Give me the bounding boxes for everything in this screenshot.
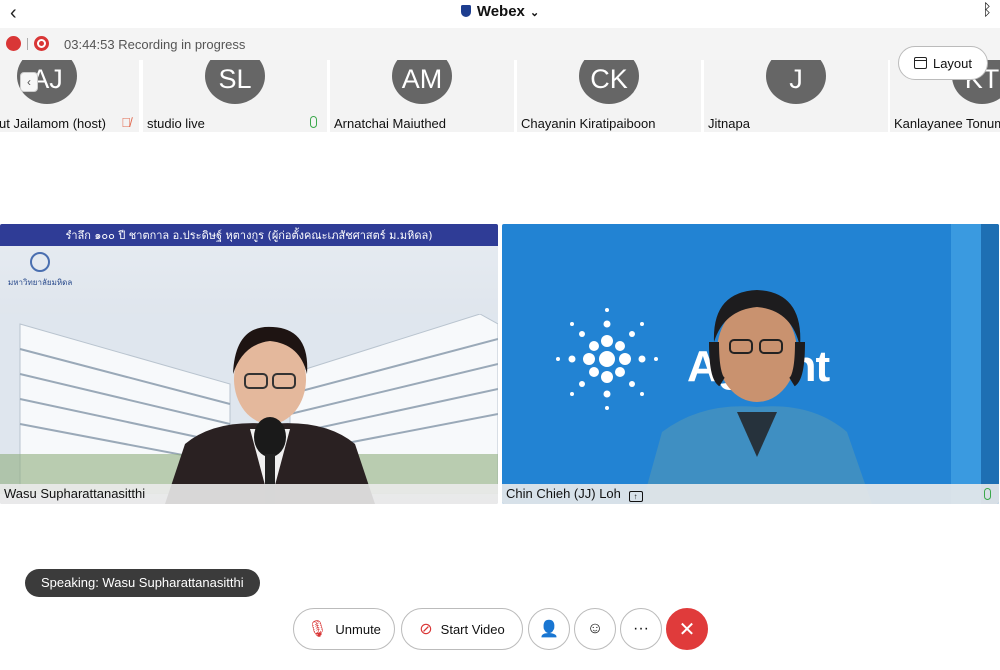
recording-timer: 03:44:53 — [64, 37, 115, 52]
chevron-down-icon: ⌄ — [526, 7, 540, 19]
background-panel — [951, 224, 981, 504]
record-icon[interactable] — [34, 36, 49, 51]
participant-tile[interactable]: SL studio live — [143, 60, 327, 132]
avatar: SL — [205, 60, 265, 104]
video-participant-name: Chin Chieh (JJ) Loh — [506, 486, 621, 501]
scroll-left-button[interactable]: ‹ — [20, 72, 38, 92]
participant-name: Chayanin Kiratipaiboon — [521, 116, 656, 131]
mic-muted-icon: 🎙̸ — [121, 115, 131, 130]
mic-icon — [984, 488, 991, 500]
start-video-label: Start Video — [440, 621, 505, 637]
avatar: CK — [579, 60, 639, 104]
participant-tile[interactable]: CK Chayanin Kiratipaiboon — [517, 60, 701, 132]
layout-button[interactable]: Layout — [898, 46, 988, 80]
participants-icon[interactable]: 👤 — [528, 608, 570, 650]
speaking-indicator: Speaking: Wasu Supharattanasitthi — [25, 569, 260, 597]
participant-tile[interactable]: AJ ut Jailamom (host) 🎙̸ — [0, 60, 139, 132]
video-name-label: Wasu Supharattanasitthi — [0, 484, 498, 504]
video-name-label: Chin Chieh (JJ) Loh ↑ — [502, 484, 999, 504]
participant-tile[interactable]: AM Arnatchai Maiuthed — [330, 60, 514, 132]
muted-badge-icon[interactable] — [6, 36, 21, 51]
divider — [27, 37, 28, 50]
emoji-icon[interactable]: ☺ — [574, 608, 616, 650]
unmute-label: Unmute — [335, 621, 381, 637]
video-banner: รำลึก ๑๐๐ ปี ชาตกาล อ.ประดิษฐ์ หุตางกูร … — [0, 224, 498, 246]
end-call-button[interactable]: ✕ — [666, 608, 708, 650]
app-title-label: Webex — [476, 3, 525, 20]
recording-status-text: Recording in progress — [118, 37, 246, 52]
participant-tile[interactable]: J Jitnapa — [704, 60, 888, 132]
avatar: J — [766, 60, 826, 104]
avatar: AM — [392, 60, 452, 104]
video-participant-name: Wasu Supharattanasitthi — [4, 486, 146, 501]
more-options-button[interactable]: ··· — [620, 608, 662, 650]
bluetooth-icon: ᛒ — [982, 2, 992, 19]
logo-text: มหาวิทยาลัยมหิดล — [8, 278, 73, 287]
mic-icon — [310, 116, 317, 128]
participant-name: studio live — [147, 116, 205, 131]
background-panel — [981, 224, 999, 504]
video-tile-participant[interactable]: Agilent Chin Chieh (JJ) Loh ↑ — [502, 224, 999, 504]
participant-name: Jitnapa — [708, 116, 750, 131]
participant-name: Kanlayanee Tonum — [894, 116, 1000, 131]
mic-muted-icon: 🎙 — [307, 621, 328, 638]
video-tile-speaker[interactable]: รำลึก ๑๐๐ ปี ชาตกาล อ.ประดิษฐ์ หุตางกูร … — [0, 224, 498, 504]
speaker-person-image — [165, 326, 375, 504]
meeting-controls: 🎙 Unmute ⊘ Start Video 👤 ☺ ··· ✕ — [0, 608, 1000, 652]
calendar-icon — [913, 57, 927, 69]
shield-icon — [460, 5, 471, 17]
participant-name: ut Jailamom (host) — [0, 116, 106, 131]
participant-name: Arnatchai Maiuthed — [334, 116, 447, 131]
recording-status: 03:44:53 Recording in progress — [64, 37, 245, 52]
university-logo-icon — [30, 252, 50, 272]
video-off-icon: ⊘ — [419, 621, 433, 638]
top-bar: ‹ Webex ⌄ ᛒ — [0, 0, 1000, 28]
start-video-button[interactable]: ⊘ Start Video — [401, 608, 523, 650]
participant-strip: AJ ut Jailamom (host) 🎙̸ SL studio live … — [0, 60, 1000, 132]
participant-person-image — [642, 290, 872, 504]
app-title[interactable]: Webex ⌄ — [0, 3, 1000, 20]
layout-button-label: Layout — [932, 55, 973, 71]
recording-bar: 03:44:53 Recording in progress — [0, 28, 1000, 60]
share-screen-icon: ↑ — [628, 491, 643, 502]
unmute-button[interactable]: 🎙 Unmute — [293, 608, 395, 650]
